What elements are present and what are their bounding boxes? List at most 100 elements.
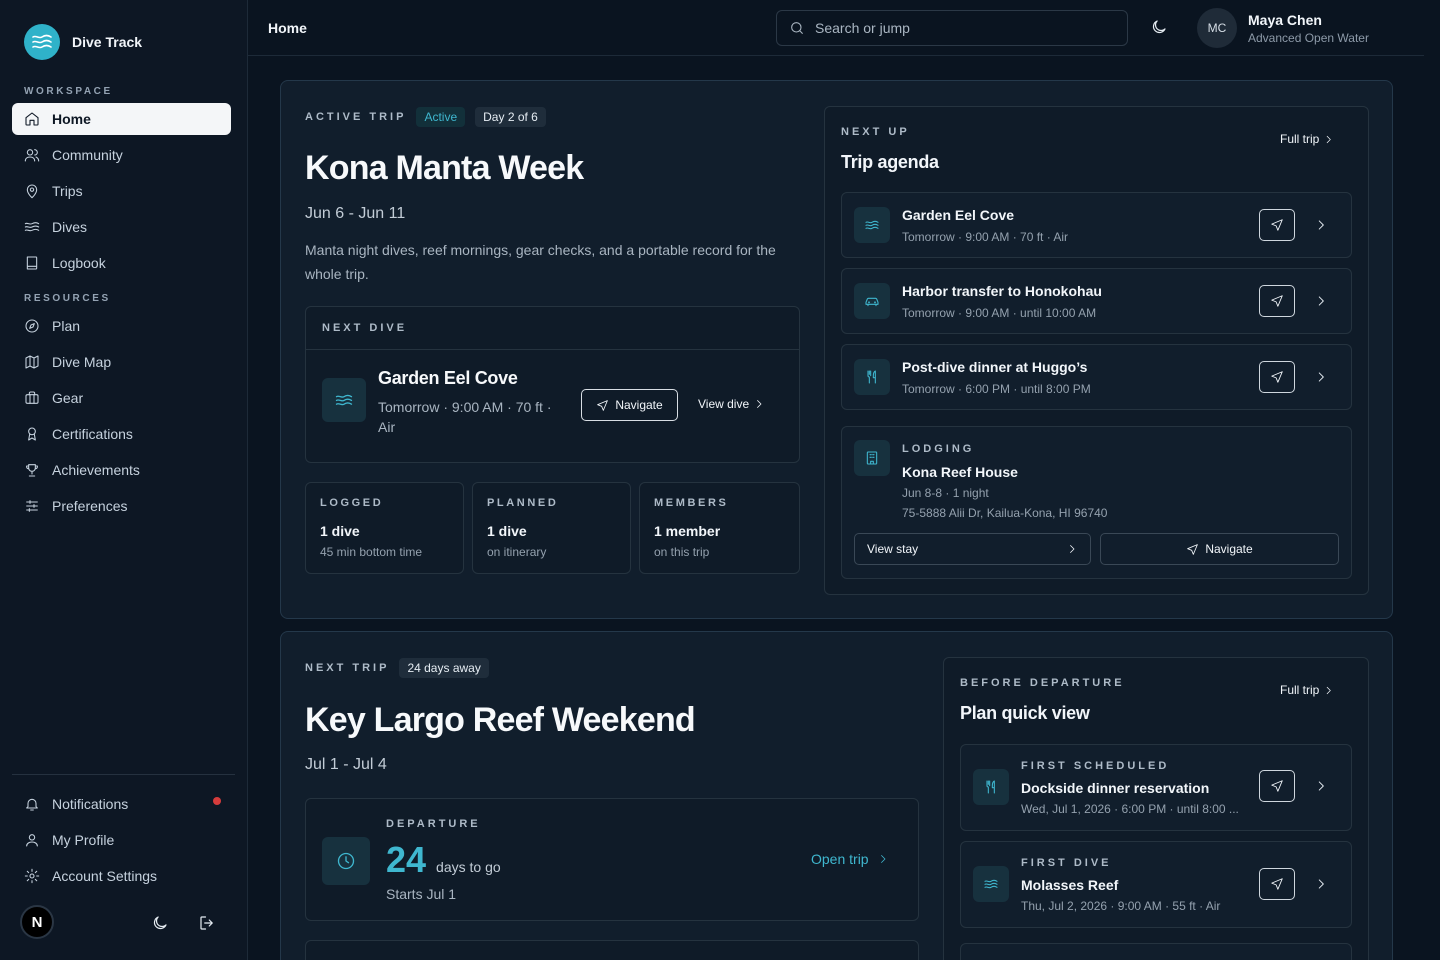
page-title: Home bbox=[268, 20, 307, 36]
stat-logged: LOGGED 1 dive 45 min bottom time bbox=[305, 482, 464, 574]
award-icon bbox=[24, 426, 40, 442]
agenda-item[interactable]: Harbor transfer to Honokohau Tomorrow · … bbox=[841, 268, 1352, 334]
chevron-right-icon[interactable] bbox=[1314, 294, 1328, 308]
trip-dates: Jul 1 - Jul 4 bbox=[305, 756, 387, 773]
next-up-overline: NEXT UP bbox=[841, 126, 910, 138]
waves-icon bbox=[973, 866, 1009, 902]
settings-icon bbox=[24, 868, 40, 884]
sidebar-item-achievements[interactable]: Achievements bbox=[12, 454, 231, 486]
full-trip-link[interactable]: Full trip bbox=[1280, 683, 1334, 697]
plan-item-sub: Wed, Jul 1, 2026 · 6:00 PM · until 8:00 … bbox=[1021, 802, 1239, 816]
plan-item-title: Dockside dinner reservation bbox=[1021, 780, 1210, 796]
view-dive-link[interactable]: View dive bbox=[698, 397, 765, 411]
sliders-icon bbox=[24, 498, 40, 514]
chevron-right-icon bbox=[1323, 685, 1334, 696]
agenda-item[interactable]: Garden Eel Cove Tomorrow · 9:00 AM · 70 … bbox=[841, 192, 1352, 258]
chevron-right-icon[interactable] bbox=[1314, 218, 1328, 232]
stat-sub: on this trip bbox=[654, 545, 710, 559]
sidebar-item-account-settings[interactable]: Account Settings bbox=[12, 860, 231, 892]
compass-icon bbox=[24, 318, 40, 334]
navigate-icon-button[interactable] bbox=[1259, 770, 1295, 802]
brand[interactable]: Dive Track bbox=[24, 24, 142, 60]
active-trip-card: ACTIVE TRIP Active Day 2 of 6 Kona Manta… bbox=[280, 80, 1393, 619]
navigate-label: Navigate bbox=[615, 398, 663, 412]
plan-quick-view-panel: BEFORE DEPARTURE Plan quick view Full tr… bbox=[943, 657, 1369, 960]
sidebar-item-logbook[interactable]: Logbook bbox=[12, 247, 231, 279]
view-stay-button[interactable]: View stay bbox=[854, 533, 1091, 565]
chevron-right-icon bbox=[877, 853, 889, 865]
sidebar-item-gear[interactable]: Gear bbox=[12, 382, 231, 414]
days-count: 24 bbox=[386, 839, 427, 880]
next-trip-overline: NEXT TRIP bbox=[305, 662, 390, 674]
sidebar: Dive Track WORKSPACE Home Community Trip… bbox=[0, 0, 248, 960]
next-dive-details-gas: Air bbox=[378, 419, 396, 435]
stat-planned: PLANNED 1 dive on itinerary bbox=[472, 482, 631, 574]
workspace-avatar[interactable]: N bbox=[20, 905, 54, 939]
agenda-item-title: Harbor transfer to Honokohau bbox=[902, 283, 1102, 299]
navigate-icon-button[interactable] bbox=[1259, 868, 1295, 900]
sidebar-item-preferences[interactable]: Preferences bbox=[12, 490, 231, 522]
search-input[interactable]: Search or jump bbox=[776, 10, 1128, 46]
plan-item-overline: FIRST SCHEDULED bbox=[1021, 760, 1170, 772]
sidebar-item-home[interactable]: Home bbox=[12, 103, 231, 135]
plan-item[interactable]: FIRST DIVE Molasses Reef Thu, Jul 2, 202… bbox=[960, 841, 1352, 928]
stat-value: 1 member bbox=[654, 523, 721, 539]
stat-members: MEMBERS 1 member on this trip bbox=[639, 482, 800, 574]
lodging-navigate-button[interactable]: Navigate bbox=[1100, 533, 1339, 565]
navigate-icon-button[interactable] bbox=[1259, 361, 1295, 393]
full-trip-label: Full trip bbox=[1280, 683, 1320, 697]
book-icon bbox=[24, 255, 40, 271]
trip-agenda-panel: NEXT UP Trip agenda Full trip Garden Eel… bbox=[824, 106, 1369, 595]
map-icon bbox=[24, 354, 40, 370]
plan-item[interactable]: FIRST SCHEDULED Dockside dinner reservat… bbox=[960, 744, 1352, 831]
notification-dot bbox=[213, 797, 221, 805]
moon-icon[interactable] bbox=[1150, 18, 1168, 36]
agenda-item-sub: Tomorrow · 9:00 AM · until 10:00 AM bbox=[902, 306, 1097, 320]
theme-toggle-moon-icon[interactable] bbox=[151, 914, 169, 932]
chevron-right-icon[interactable] bbox=[1314, 370, 1328, 384]
sidebar-item-notifications[interactable]: Notifications bbox=[12, 788, 231, 820]
waves-logo-icon bbox=[24, 24, 60, 60]
trip-title[interactable]: Kona Manta Week bbox=[305, 149, 584, 188]
sidebar-item-community[interactable]: Community bbox=[12, 139, 231, 171]
chevron-right-icon[interactable] bbox=[1314, 877, 1328, 891]
navigate-icon-button[interactable] bbox=[1259, 209, 1295, 241]
sidebar-item-plan[interactable]: Plan bbox=[12, 310, 231, 342]
trip-title[interactable]: Key Largo Reef Weekend bbox=[305, 701, 696, 740]
next-dive-name[interactable]: Garden Eel Cove bbox=[378, 368, 518, 389]
plan-item-title: Molasses Reef bbox=[1021, 877, 1119, 893]
sidebar-item-label: Achievements bbox=[52, 462, 140, 478]
stat-label: MEMBERS bbox=[654, 497, 729, 509]
sidebar-item-label: Dives bbox=[52, 219, 88, 235]
sidebar-item-my-profile[interactable]: My Profile bbox=[12, 824, 231, 856]
sidebar-item-certifications[interactable]: Certifications bbox=[12, 418, 231, 450]
avatar[interactable]: MC bbox=[1197, 8, 1237, 48]
chevron-right-icon bbox=[1066, 543, 1078, 555]
sidebar-item-label: Certifications bbox=[52, 426, 133, 442]
sidebar-item-label: Account Settings bbox=[52, 868, 158, 884]
home-icon bbox=[24, 111, 40, 127]
lodging-card: LODGING Kona Reef House Jun 8-8 · 1 nigh… bbox=[841, 426, 1352, 579]
logout-icon[interactable] bbox=[198, 914, 216, 932]
agenda-title: Trip agenda bbox=[841, 152, 939, 172]
lodging-dates: Jun 8-8 · 1 night bbox=[902, 486, 989, 500]
next-dive-details: Tomorrow · 9:00 AM · 70 ft · bbox=[378, 399, 552, 415]
full-trip-link[interactable]: Full trip bbox=[1280, 132, 1334, 146]
car-icon bbox=[854, 283, 890, 319]
user-name[interactable]: Maya Chen bbox=[1248, 12, 1322, 28]
sidebar-item-label: Home bbox=[52, 111, 91, 127]
chevron-right-icon[interactable] bbox=[1314, 779, 1328, 793]
sidebar-item-dive-map[interactable]: Dive Map bbox=[12, 346, 231, 378]
sidebar-item-label: Gear bbox=[52, 390, 84, 406]
lodging-name: Kona Reef House bbox=[902, 464, 1018, 480]
stat-sub: on itinerary bbox=[487, 545, 547, 559]
day-badge: Day 2 of 6 bbox=[475, 107, 546, 127]
agenda-item[interactable]: Post-dive dinner at Huggo’s Tomorrow · 6… bbox=[841, 344, 1352, 410]
sidebar-item-dives[interactable]: Dives bbox=[12, 211, 231, 243]
open-trip-link[interactable]: Open trip bbox=[811, 851, 889, 867]
sidebar-item-trips[interactable]: Trips bbox=[12, 175, 231, 207]
waves-icon bbox=[322, 378, 366, 422]
navigate-button[interactable]: Navigate bbox=[581, 389, 678, 421]
plan-item[interactable] bbox=[960, 943, 1352, 960]
navigate-icon-button[interactable] bbox=[1259, 285, 1295, 317]
